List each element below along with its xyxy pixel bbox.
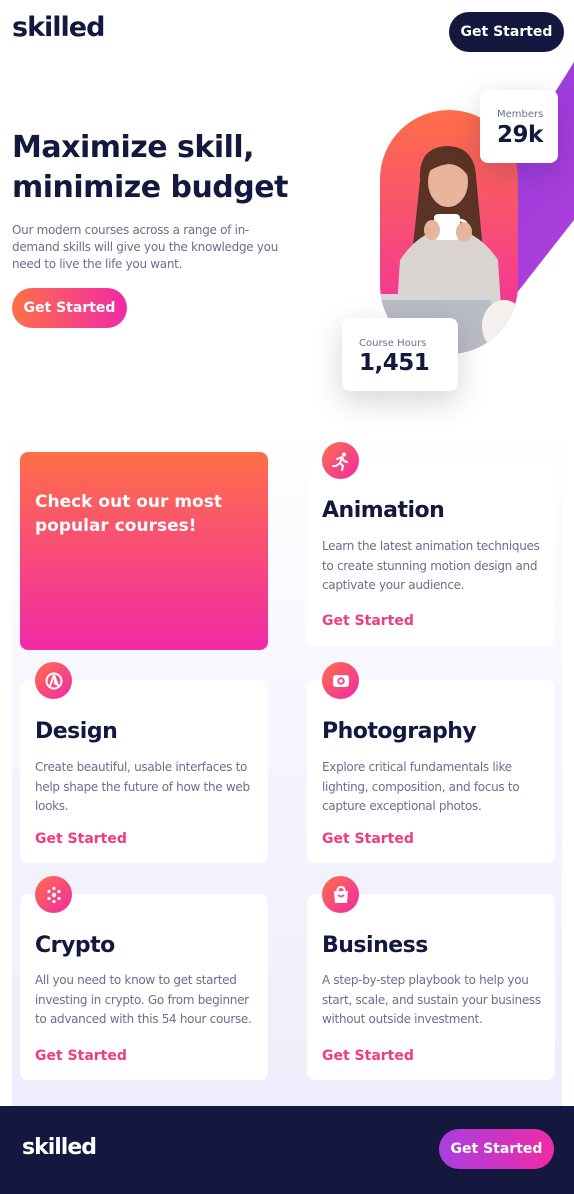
course-description: Explore critical fundamentals like light… bbox=[322, 760, 520, 813]
members-value: 29k bbox=[497, 122, 543, 148]
running-person-icon bbox=[322, 442, 359, 479]
site-header: skilled Get Started bbox=[0, 0, 574, 66]
course-card-animation: Animation Learn the latest animation tec… bbox=[307, 442, 555, 646]
hero-title-line-2: minimize budget bbox=[12, 170, 288, 205]
course-title: Business bbox=[322, 933, 428, 958]
popular-courses-promo: Check out our most popular courses! bbox=[20, 452, 268, 650]
course-hours-value: 1,451 bbox=[359, 350, 430, 376]
course-card-business: Business A step-by-step playbook to help… bbox=[307, 876, 555, 1080]
course-title: Design bbox=[35, 719, 118, 744]
members-stat-card: Members 29k bbox=[480, 90, 558, 163]
hero-title: Maximize skill, minimize budget bbox=[12, 128, 312, 208]
course-card-photography: Photography Explore critical fundamental… bbox=[307, 662, 555, 863]
site-footer: skilled Get Started bbox=[0, 1106, 574, 1194]
hero-title-line-1: Maximize skill, bbox=[12, 130, 255, 165]
course-hours-label: Course Hours bbox=[359, 338, 427, 349]
hero-illustration: Members 29k Course Hours 1,451 bbox=[300, 60, 574, 400]
course-description: All you need to know to get started inve… bbox=[35, 973, 252, 1026]
footer-logo[interactable]: skilled bbox=[22, 1135, 97, 1160]
course-get-started-link[interactable]: Get Started bbox=[35, 831, 127, 847]
footer-get-started-button[interactable]: Get Started bbox=[439, 1129, 554, 1169]
course-title: Photography bbox=[322, 719, 477, 744]
course-description: A step-by-step playbook to help you star… bbox=[322, 973, 541, 1026]
hero-description: Our modern courses across a range of in-… bbox=[12, 223, 279, 271]
course-get-started-link[interactable]: Get Started bbox=[322, 613, 414, 629]
crypto-dots-icon bbox=[35, 876, 72, 913]
design-compass-icon bbox=[35, 662, 72, 699]
course-description: Create beautiful, usable interfaces to h… bbox=[35, 760, 250, 813]
promo-text: Check out our most popular courses! bbox=[35, 492, 222, 536]
course-get-started-link[interactable]: Get Started bbox=[322, 831, 414, 847]
shopping-bag-icon bbox=[322, 876, 359, 913]
course-title: Animation bbox=[322, 498, 445, 523]
hero-get-started-button[interactable]: Get Started bbox=[12, 288, 127, 328]
camera-icon bbox=[322, 662, 359, 699]
course-get-started-link[interactable]: Get Started bbox=[322, 1048, 414, 1064]
course-card-design: Design Create beautiful, usable interfac… bbox=[20, 662, 268, 863]
course-hours-stat-card: Course Hours 1,451 bbox=[342, 318, 458, 391]
course-description: Learn the latest animation techniques to… bbox=[322, 539, 540, 592]
course-title: Crypto bbox=[35, 933, 115, 958]
header-get-started-button[interactable]: Get Started bbox=[449, 12, 564, 52]
course-get-started-link[interactable]: Get Started bbox=[35, 1048, 127, 1064]
course-card-crypto: Crypto All you need to know to get start… bbox=[20, 876, 268, 1080]
members-label: Members bbox=[497, 109, 544, 120]
logo[interactable]: skilled bbox=[12, 12, 105, 43]
